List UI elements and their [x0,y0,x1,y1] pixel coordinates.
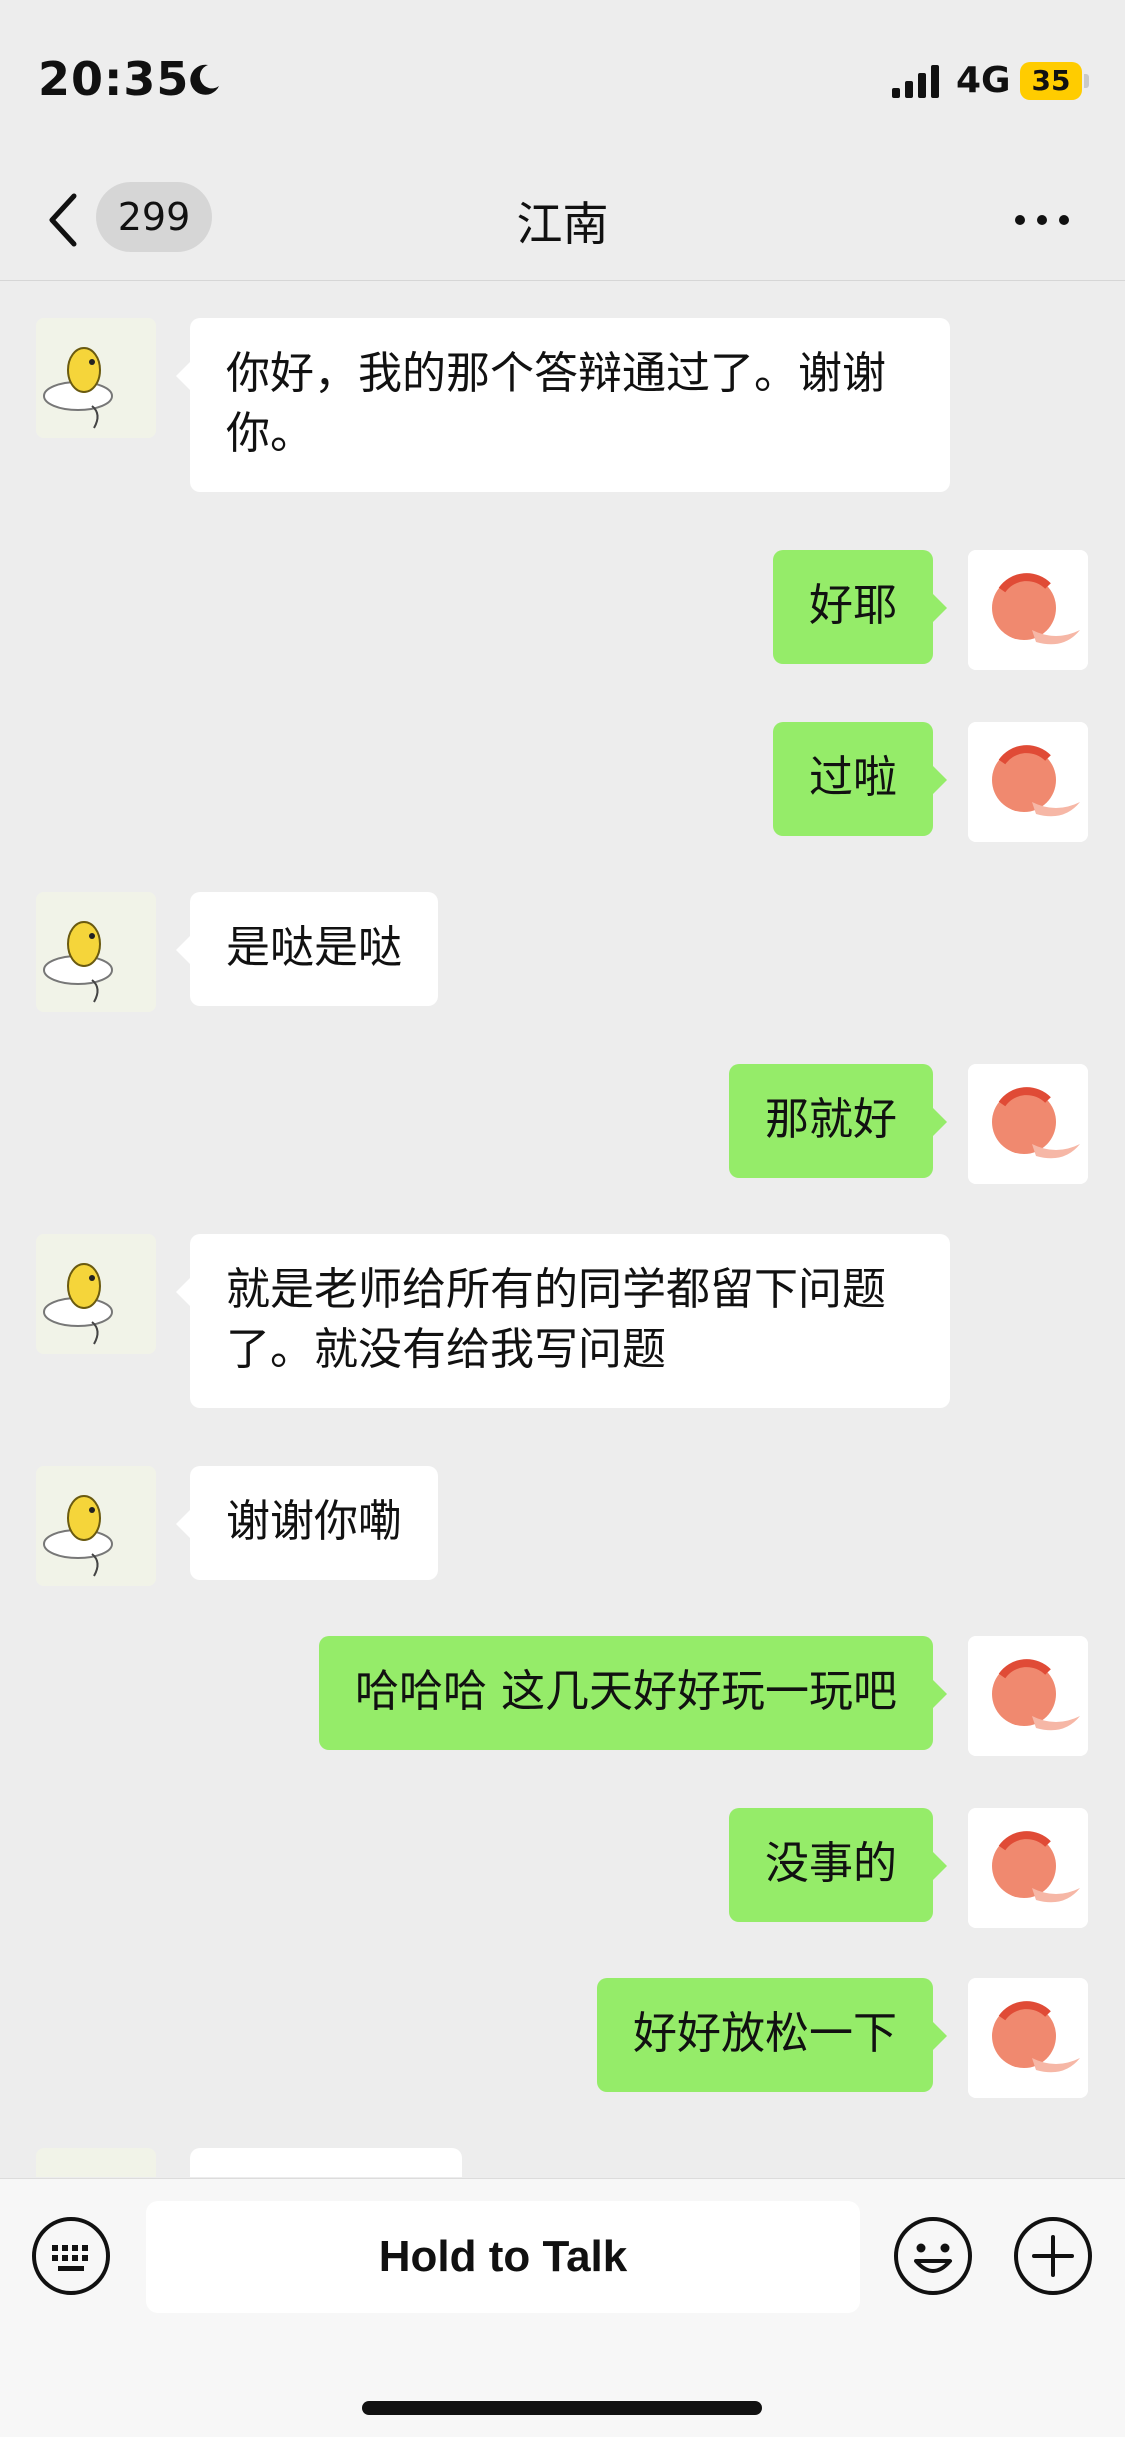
input-bar: Hold to Talk [0,2178,1125,2437]
message-text: 谢谢你嘞 [226,1496,402,1547]
message-text: 好耶 [809,580,897,631]
message-text: 你好，我的那个答辩通过了。谢谢你。 [226,348,886,459]
message-bubble[interactable]: 没事的 [729,1808,947,1922]
signal-icon [892,65,939,98]
message-bubble[interactable]: 你好，我的那个答辩通过了。谢谢你。 [176,318,950,492]
network-type: 4G [956,60,1011,101]
contact-avatar[interactable] [36,318,156,438]
message-bubble[interactable]: 好耶 [773,550,947,664]
chat-header: 299 江南 [0,160,1125,281]
smiley-icon[interactable] [892,2215,974,2297]
peach-avatar-image [968,1064,1088,1184]
message-bubble[interactable]: 就是老师给所有的同学都留下问题了。就没有给我写问题 [176,1234,950,1408]
my-avatar[interactable] [968,550,1088,670]
message-bubble[interactable]: 好好放松一下 [597,1978,947,2092]
hold-to-talk-button[interactable]: Hold to Talk [146,2201,860,2313]
message-text: 那就好 [765,1094,897,1145]
unread-count-badge[interactable]: 299 [96,182,212,252]
battery-percent: 35 [1031,64,1071,97]
peach-avatar-image [968,1978,1088,2098]
message-bubble[interactable]: 过啦 [773,722,947,836]
cartoon-duck-avatar-image [36,892,156,1012]
status-bar: 20:35 4G 35 [0,0,1125,160]
cartoon-duck-avatar-image [36,1234,156,1354]
contact-avatar[interactable] [36,1466,156,1586]
chevron-left-icon[interactable] [44,188,84,252]
message-text: 好好放松一下 [633,2008,897,2059]
keyboard-icon[interactable] [30,2215,112,2297]
peach-avatar-image [968,1808,1088,1928]
home-indicator[interactable] [362,2401,762,2415]
message-text: 没事的 [765,1838,897,1889]
peach-avatar-image [968,550,1088,670]
message-text: 过啦 [809,752,897,803]
message-bubble[interactable]: 谢谢你嘞 [176,1466,438,1580]
message-list[interactable]: 你好，我的那个答辩通过了。谢谢你。 好耶 过啦 是哒是哒 那就好 就是老师给所有… [0,282,1125,2177]
contact-avatar[interactable] [36,1234,156,1354]
my-avatar[interactable] [968,1978,1088,2098]
peach-avatar-image [968,722,1088,842]
peach-avatar-image [968,1636,1088,1756]
message-text: 哈哈哈 这几天好好玩一玩吧 [355,1666,897,1717]
plus-icon[interactable] [1012,2215,1094,2297]
contact-avatar[interactable] [36,892,156,1012]
more-dots-icon[interactable] [1012,208,1072,232]
moon-icon [190,64,219,95]
my-avatar[interactable] [968,1808,1088,1928]
cartoon-duck-avatar-image [36,318,156,438]
message-text: 就是老师给所有的同学都留下问题了。就没有给我写问题 [226,1264,886,1375]
message-text: 是哒是哒 [226,922,402,973]
my-avatar[interactable] [968,1636,1088,1756]
battery-icon: 35 [1020,62,1089,100]
message-bubble[interactable]: 哈哈哈 这几天好好玩一玩吧 [319,1636,947,1750]
my-avatar[interactable] [968,722,1088,842]
message-bubble[interactable]: 那就好 [729,1064,947,1178]
status-time: 20:35 [38,52,190,106]
message-bubble[interactable]: 是哒是哒 [176,892,438,1006]
my-avatar[interactable] [968,1064,1088,1184]
cartoon-duck-avatar-image [36,1466,156,1586]
contact-avatar[interactable] [36,2148,156,2177]
message-bubble[interactable] [190,2148,462,2177]
